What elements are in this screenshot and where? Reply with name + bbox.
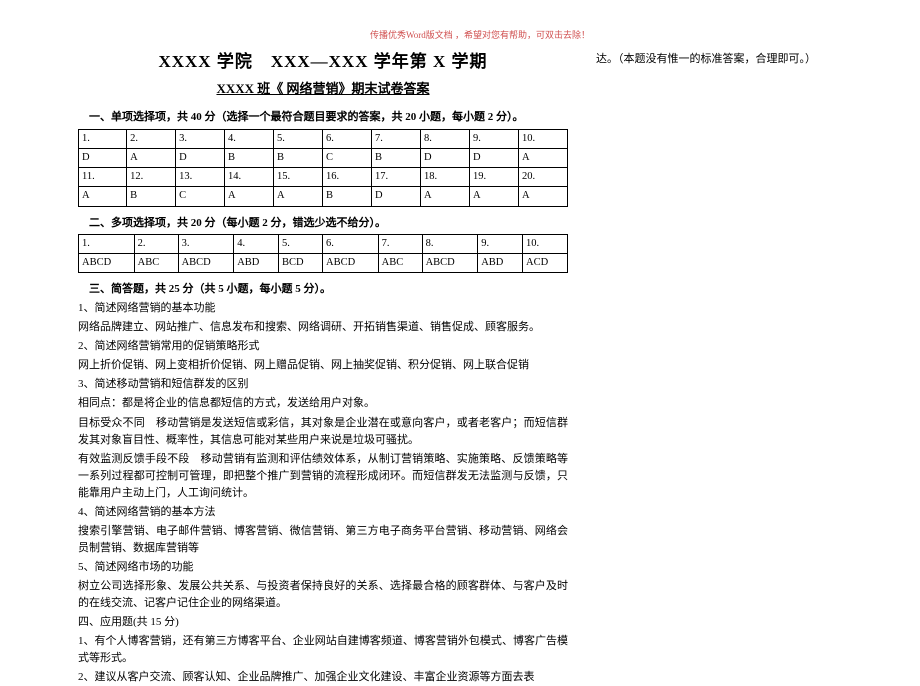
q4-title: 4、简述网络营销的基本方法 [78,504,568,521]
cell: 6. [323,234,379,253]
cell: 8. [422,234,478,253]
cell: A [518,187,567,206]
cell: 8. [420,129,469,148]
cell: 9. [478,234,523,253]
cell: B [323,187,372,206]
cell: 4. [234,234,279,253]
cell: D [372,187,421,206]
q1-title: 1、简述网络营销的基本功能 [78,300,568,317]
table-row: 1. 2. 3. 4. 5. 6. 7. 8. 9. 10. [79,234,568,253]
cell: BCD [279,253,323,272]
table-row: 1. 2. 3. 4. 5. 6. 7. 8. 9. 10. [79,129,568,148]
cell: 7. [372,129,421,148]
cell: 12. [127,168,176,187]
cell: ABD [478,253,523,272]
q3-title: 3、简述移动营销和短信群发的区别 [78,376,568,393]
cell: 2. [127,129,176,148]
cell: C [176,187,225,206]
section4-heading: 四、应用题(共 15 分) [78,614,568,631]
cell: 3. [176,129,225,148]
doc-title: XXXX 学院 XXX—XXX 学年第 X 学期 [78,49,568,75]
cell: C [323,148,372,167]
cell: A [79,187,127,206]
cell: D [176,148,225,167]
right-column: 达。（本题没有惟一的标准答案，合理即可。） [596,49,882,686]
cell: 10. [518,129,567,148]
doc-subtitle: XXXX 班《 网络营销》期末试卷答案 [78,79,568,99]
cell: ABCD [323,253,379,272]
cell: A [225,187,274,206]
cell: ABD [234,253,279,272]
cell: 1. [79,129,127,148]
cell: D [79,148,127,167]
cell: 11. [79,168,127,187]
table-2: 1. 2. 3. 4. 5. 6. 7. 8. 9. 10. ABCD ABC … [78,234,568,274]
cell: 17. [372,168,421,187]
cell: 6. [323,129,372,148]
cell: 16. [323,168,372,187]
cell: 10. [523,234,568,253]
cell: 7. [378,234,422,253]
cell: ABC [134,253,178,272]
cell: 5. [279,234,323,253]
q5-title: 5、简述网络市场的功能 [78,559,568,576]
q3-answer-1: 相同点：都是将企业的信息都短信的方式，发送给用户对象。 [78,395,568,412]
content-columns: XXXX 学院 XXX—XXX 学年第 X 学期 XXXX 班《 网络营销》期末… [78,49,882,686]
cell: 20. [518,168,567,187]
cell: ABC [378,253,422,272]
q1-answer: 网络品牌建立、网站推广、信息发布和搜索、网络调研、开拓销售渠道、销售促成、顾客服… [78,319,568,336]
table-1: 1. 2. 3. 4. 5. 6. 7. 8. 9. 10. D A D B B [78,129,568,207]
cell: ABCD [422,253,478,272]
section3-heading: 三、简答题，共 25 分（共 5 小题，每小题 5 分）。 [78,281,568,298]
cell: A [274,187,323,206]
q2-title: 2、简述网络营销常用的促销策略形式 [78,338,568,355]
cell: 2. [134,234,178,253]
cell: B [127,187,176,206]
q2-answer: 网上折价促销、网上变相折价促销、网上赠品促销、网上抽奖促销、积分促销、网上联合促… [78,357,568,374]
cell: A [420,187,469,206]
cell: 19. [469,168,518,187]
cell: 1. [79,234,135,253]
table-row: 11. 12. 13. 14. 15. 16. 17. 18. 19. 20. [79,168,568,187]
section2-heading: 二、多项选择项，共 20 分（每小题 2 分，错选少选不给分）。 [78,215,568,232]
cell: B [274,148,323,167]
section1-heading: 一、单项选择项，共 40 分（选择一个最符合题目要求的答案，共 20 小题，每小… [78,109,568,126]
cell: 3. [178,234,234,253]
cell: D [469,148,518,167]
cell: ABCD [178,253,234,272]
s4-answer-1: 1、有个人博客营销，还有第三方博客平台、企业网站自建博客频道、博客营销外包模式、… [78,633,568,667]
q3-answer-3: 有效监测反馈手段不段 移动营销有监测和评估绩效体系，从制订营销策略、实施策略、反… [78,451,568,502]
table-row: A B C A A B D A A A [79,187,568,206]
left-column: XXXX 学院 XXX—XXX 学年第 X 学期 XXXX 班《 网络营销》期末… [78,49,568,686]
table-row: D A D B B C B D D A [79,148,568,167]
cell: 9. [469,129,518,148]
cell: A [518,148,567,167]
cell: B [372,148,421,167]
cell: D [420,148,469,167]
cell: 18. [420,168,469,187]
cell: A [469,187,518,206]
cell: 14. [225,168,274,187]
right-note: 达。（本题没有惟一的标准答案，合理即可。） [596,51,882,68]
q4-answer: 搜索引擎营销、电子邮件营销、博客营销、微信营销、第三方电子商务平台营销、移动营销… [78,523,568,557]
header-note: 传播优秀Word版文档 ，希望对您有帮助，可双击去除！ [78,28,882,41]
cell: B [225,148,274,167]
q5-answer: 树立公司选择形象、发展公共关系、与投资者保持良好的关系、选择最合格的顾客群体、与… [78,578,568,612]
cell: 4. [225,129,274,148]
cell: 15. [274,168,323,187]
cell: ABCD [79,253,135,272]
q3-answer-2: 目标受众不同 移动营销是发送短信或彩信，其对象是企业潜在或意向客户，或者老客户；… [78,415,568,449]
cell: ACD [523,253,568,272]
cell: 13. [176,168,225,187]
s4-answer-2: 2、建议从客户交流、顾客认知、企业品牌推广、加强企业文化建设、丰富企业资源等方面… [78,669,568,686]
table-row: ABCD ABC ABCD ABD BCD ABCD ABC ABCD ABD … [79,253,568,272]
cell: 5. [274,129,323,148]
cell: A [127,148,176,167]
